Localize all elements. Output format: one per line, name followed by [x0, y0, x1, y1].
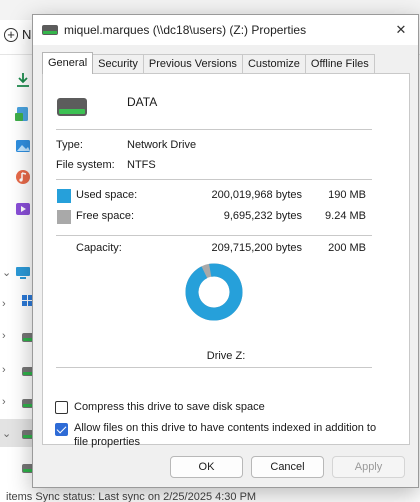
drive-caption: Drive Z: [206, 350, 246, 362]
tab-general[interactable]: General [42, 52, 94, 74]
capacity-human: 200 MB [328, 242, 366, 254]
used-space-slice [185, 263, 243, 321]
plus-icon: + [4, 28, 18, 42]
divider [56, 129, 372, 130]
tab-customize[interactable]: Customize [241, 54, 306, 74]
general-panel: DATA Type: Network Drive File system: NT… [42, 73, 410, 448]
network-drive-icon [42, 25, 58, 35]
dialog-title: miquel.marques (\\dc18\users) (Z:) Prope… [64, 23, 307, 37]
used-space-human: 190 MB [328, 189, 366, 201]
index-label-line2[interactable]: file properties [74, 436, 140, 448]
type-label: Type: [56, 139, 83, 151]
compress-label[interactable]: Compress this drive to save disk space [74, 401, 265, 413]
network-drive-icon [57, 98, 87, 116]
tab-previous-versions[interactable]: Previous Versions [142, 54, 243, 74]
capacity-label: Capacity: [76, 242, 122, 254]
index-label-line1[interactable]: Allow files on this drive to have conten… [74, 422, 376, 434]
file-system-value: NTFS [127, 159, 156, 171]
new-button-label: N [22, 27, 32, 42]
videos-icon[interactable] [14, 201, 32, 217]
compress-checkbox[interactable] [55, 401, 68, 414]
tab-strip: General Security Previous Versions Custo… [42, 52, 375, 74]
chevron-down-icon[interactable]: ⌄ [2, 266, 11, 279]
apply-button[interactable]: Apply [332, 456, 405, 478]
divider [56, 367, 372, 368]
downloads-icon[interactable] [14, 72, 32, 88]
free-space-bytes: 9,695,232 bytes [223, 210, 302, 222]
cancel-button[interactable]: Cancel [251, 456, 324, 478]
dialog-titlebar[interactable]: miquel.marques (\\dc18\users) (Z:) Prope… [33, 15, 418, 45]
free-space-human: 9.24 MB [325, 210, 366, 222]
properties-dialog: miquel.marques (\\dc18\users) (Z:) Prope… [32, 14, 419, 488]
file-system-label: File system: [56, 159, 115, 171]
capacity-bytes: 209,715,200 bytes [211, 242, 302, 254]
tab-security[interactable]: Security [92, 54, 144, 74]
free-space-label: Free space: [76, 210, 135, 222]
drive-label: DATA [127, 95, 158, 109]
documents-icon[interactable] [14, 106, 32, 122]
chevron-right-icon[interactable]: › [2, 330, 6, 342]
chevron-right-icon[interactable]: › [2, 298, 6, 310]
tab-offline-files[interactable]: Offline Files [304, 54, 375, 74]
used-space-label: Used space: [76, 189, 138, 201]
status-bar-text: items Sync status: Last sync on 2/25/202… [6, 491, 257, 502]
this-pc-icon[interactable] [14, 265, 32, 281]
drive-usage-donut [185, 263, 243, 321]
new-button[interactable]: + N [4, 27, 31, 42]
index-checkbox[interactable] [55, 423, 68, 436]
ok-button[interactable]: OK [170, 456, 243, 478]
divider [56, 179, 372, 180]
free-space-swatch [57, 210, 71, 224]
close-icon[interactable]: ✕ [392, 21, 410, 39]
chevron-right-icon[interactable]: › [2, 364, 6, 376]
used-space-swatch [57, 189, 71, 203]
used-space-bytes: 200,019,968 bytes [211, 189, 302, 201]
pictures-icon[interactable] [14, 138, 32, 154]
chevron-right-icon[interactable]: › [2, 396, 6, 408]
type-value: Network Drive [127, 139, 197, 151]
chevron-down-icon[interactable]: ⌄ [2, 427, 11, 440]
divider [56, 235, 372, 236]
music-icon[interactable] [14, 169, 32, 185]
